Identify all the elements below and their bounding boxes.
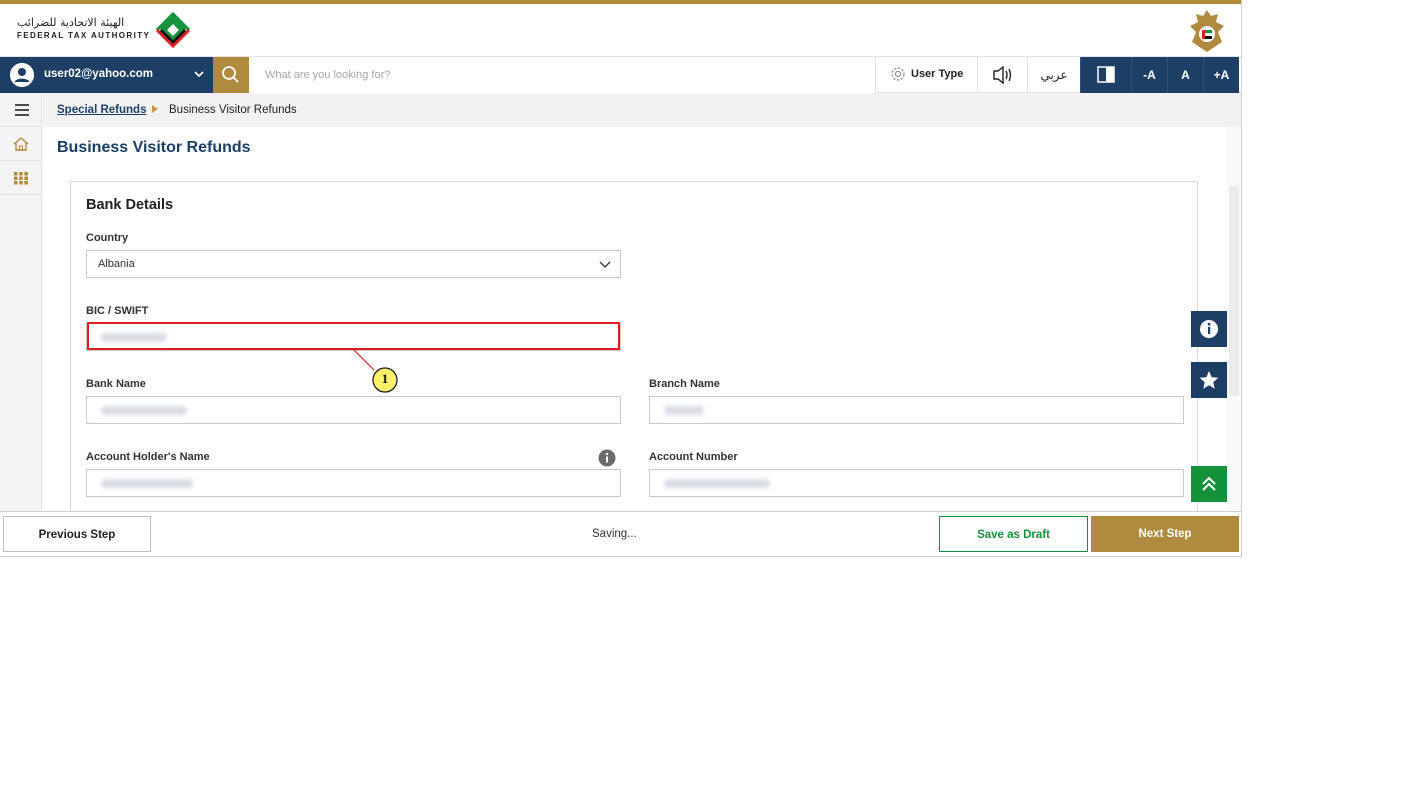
account-number-label: Account Number	[649, 451, 738, 463]
save-draft-button[interactable]: Save as Draft	[939, 516, 1088, 552]
sidebar-menu-toggle[interactable]	[0, 93, 42, 127]
account-holder-label: Account Holder's Name	[86, 451, 210, 463]
favorite-float-button[interactable]	[1191, 362, 1227, 398]
text-to-speech-button[interactable]	[977, 57, 1027, 93]
scrollbar-thumb[interactable]	[1229, 186, 1239, 396]
contrast-icon	[1097, 66, 1115, 83]
redacted-value	[101, 406, 187, 415]
user-email: user02@yahoo.com	[44, 68, 154, 80]
user-avatar-icon	[10, 63, 34, 87]
account-holder-field[interactable]	[86, 469, 621, 497]
user-menu[interactable]: user02@yahoo.com	[0, 57, 213, 93]
country-label: Country	[86, 232, 129, 244]
scroll-top-button[interactable]	[1191, 466, 1227, 502]
main-content: Business Visitor Refunds Bank Details Co…	[42, 127, 1226, 511]
page-title: Business Visitor Refunds	[57, 139, 251, 156]
left-sidebar	[0, 93, 42, 511]
callout-number: 1	[381, 371, 389, 386]
search-button[interactable]	[213, 57, 249, 93]
fta-logo-icon[interactable]	[151, 8, 195, 52]
home-icon	[13, 137, 29, 151]
search-icon	[222, 66, 239, 83]
breadcrumb-current: Business Visitor Refunds	[169, 104, 297, 116]
font-normal-button[interactable]: A	[1167, 57, 1203, 93]
bic-swift-label: BIC / SWIFT	[86, 305, 149, 317]
star-icon	[1199, 371, 1219, 389]
redacted-value	[101, 479, 193, 488]
info-float-button[interactable]	[1191, 311, 1227, 347]
breadcrumb-separator-icon	[152, 105, 158, 113]
saving-status: Saving...	[592, 528, 637, 540]
sidebar-item-home[interactable]	[0, 127, 42, 161]
logo-english-text: FEDERAL TAX AUTHORITY	[17, 31, 151, 40]
user-type-label: User Type	[911, 68, 964, 80]
bank-name-label: Bank Name	[86, 378, 146, 390]
chevron-down-icon	[599, 261, 611, 268]
redacted-value	[664, 406, 704, 415]
section-title: Bank Details	[86, 197, 174, 213]
font-decrease-button[interactable]: -A	[1131, 57, 1167, 93]
sidebar-item-apps[interactable]	[0, 161, 42, 195]
account-number-field[interactable]	[649, 469, 1184, 497]
bank-name-field[interactable]	[86, 396, 621, 424]
logo-arabic-text: الهيئة الاتحادية للضرائب	[17, 16, 125, 29]
contrast-button[interactable]	[1080, 57, 1131, 93]
country-value: Albania	[98, 258, 135, 270]
app-window: الهيئة الاتحادية للضرائب FEDERAL TAX AUT…	[0, 0, 1242, 557]
breadcrumb: Special Refunds Business Visitor Refunds	[42, 93, 1241, 127]
country-select[interactable]: Albania	[86, 250, 621, 278]
scroll-top-icon	[1202, 476, 1216, 491]
highlight-box	[87, 322, 620, 350]
site-header: الهيئة الاتحادية للضرائب FEDERAL TAX AUT…	[0, 4, 1241, 57]
hamburger-menu-icon	[15, 104, 29, 116]
user-type-button[interactable]: User Type	[875, 57, 977, 93]
chevron-down-icon[interactable]	[192, 67, 206, 81]
wizard-footer: Previous Step Saving... Save as Draft Ne…	[0, 511, 1241, 556]
branch-name-label: Branch Name	[649, 378, 720, 390]
redacted-value	[664, 479, 770, 488]
info-icon	[1200, 320, 1218, 338]
breadcrumb-link-special-refunds[interactable]: Special Refunds	[57, 104, 146, 116]
branch-name-field[interactable]	[649, 396, 1184, 424]
nav-bar: user02@yahoo.com User Type	[0, 57, 1241, 93]
uae-emblem-icon	[1190, 10, 1224, 52]
speaker-icon	[993, 65, 1012, 85]
next-step-button[interactable]: Next Step	[1091, 516, 1239, 552]
search-input[interactable]	[249, 57, 875, 93]
grid-apps-icon	[14, 172, 28, 185]
gear-icon	[891, 67, 905, 81]
language-toggle[interactable]: عربي	[1027, 57, 1080, 93]
font-increase-button[interactable]: +A	[1203, 57, 1239, 93]
info-icon[interactable]	[598, 449, 616, 467]
previous-step-button[interactable]: Previous Step	[3, 516, 151, 552]
